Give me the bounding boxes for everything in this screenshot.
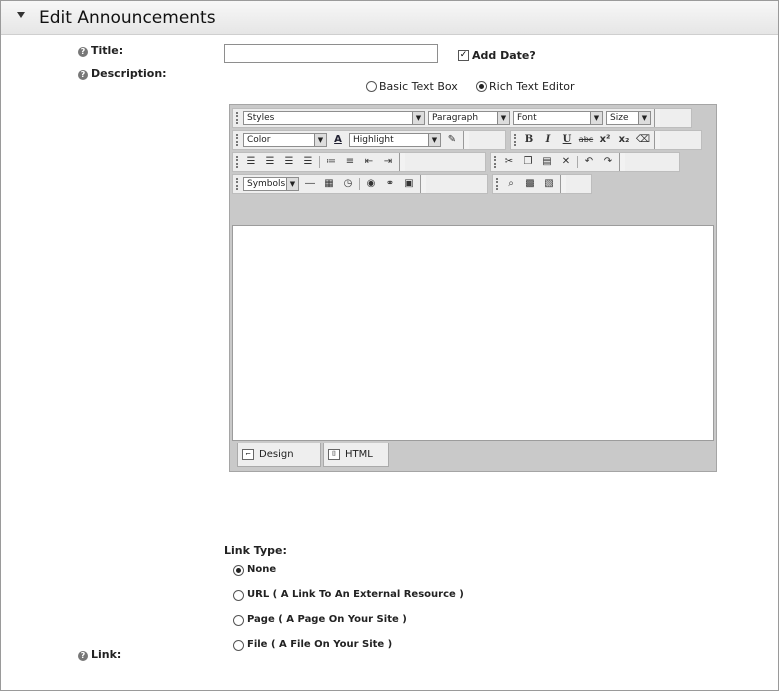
title-label: ? Title: — [78, 44, 123, 57]
rich-text-editor: Styles ▼ Paragraph ▼ Font ▼ Size ▼ Color ▼ A … — [229, 104, 717, 472]
eraser-icon[interactable]: ⌫ — [635, 133, 651, 147]
text-color-icon[interactable]: A — [330, 133, 346, 147]
numbered-list-icon[interactable]: ≔ — [323, 155, 339, 169]
link-type-label: Link Type: — [224, 544, 287, 557]
section-header[interactable]: Edit Announcements — [1, 1, 778, 35]
toolbar-options-icon[interactable] — [654, 131, 660, 149]
help-icon[interactable]: ? — [78, 70, 88, 80]
delete-icon[interactable]: ✕ — [558, 155, 574, 169]
html-icon: ⌷ — [328, 449, 340, 460]
link-none-radio[interactable] — [233, 565, 244, 576]
editor-content-area[interactable] — [232, 225, 714, 441]
color-dropdown[interactable]: Color ▼ — [243, 133, 327, 147]
toolbar-row-4b: ⌕ ▩ ▧ — [492, 174, 592, 194]
tab-design[interactable]: ⌐ Design — [237, 443, 321, 467]
tab-html[interactable]: ⌷ HTML — [323, 443, 389, 467]
design-icon: ⌐ — [242, 449, 254, 460]
link-url-radio[interactable] — [233, 590, 244, 601]
bullet-list-icon[interactable]: ≡ — [342, 155, 358, 169]
toolbar-row-3b: ✂ ❐ ▤ ✕ ↶ ↷ — [490, 152, 680, 172]
link-label: ? Link: — [78, 648, 121, 661]
cut-icon[interactable]: ✂ — [501, 155, 517, 169]
toolbar-options-icon[interactable] — [560, 175, 566, 193]
basic-text-box-label: Basic Text Box — [379, 80, 458, 93]
toolbar-options-icon[interactable] — [463, 131, 469, 149]
link-file-label: File ( A File On Your Site ) — [247, 639, 393, 650]
rich-text-editor-radio[interactable] — [476, 81, 487, 92]
toolbar-row-2a: Color ▼ A Highlight ▼ ✎ — [232, 130, 506, 150]
highlight-dropdown[interactable]: Highlight ▼ — [349, 133, 441, 147]
symbols-dropdown[interactable]: Symbols ▼ — [243, 177, 299, 191]
indent-icon[interactable]: ⇥ — [380, 155, 396, 169]
styles-dropdown[interactable]: Styles ▼ — [243, 111, 425, 125]
toolbar-options-icon[interactable] — [420, 175, 426, 193]
toolbar-options-icon[interactable] — [654, 109, 660, 127]
toolbar-row-3a: ☰ ☰ ☰ ☰ ≔ ≡ ⇤ ⇥ — [232, 152, 486, 172]
link-url-label: URL ( A Link To An External Resource ) — [247, 589, 464, 600]
toolbar-grip-icon[interactable] — [236, 134, 240, 146]
align-center-icon[interactable]: ☰ — [262, 155, 278, 169]
justify-icon[interactable]: ☰ — [300, 155, 316, 169]
link-page-label: Page ( A Page On Your Site ) — [247, 614, 407, 625]
section-title: Edit Announcements — [39, 8, 216, 28]
basic-text-box-radio[interactable] — [366, 81, 377, 92]
image-icon[interactable]: ◉ — [363, 177, 379, 191]
link-file-radio[interactable] — [233, 640, 244, 651]
toolbar-options-icon[interactable] — [399, 153, 405, 171]
copy-icon[interactable]: ❐ — [520, 155, 536, 169]
description-label: ? Description: — [78, 67, 167, 80]
add-date-checkbox[interactable]: ✓ — [458, 50, 469, 61]
toolbar-grip-icon[interactable] — [494, 156, 498, 168]
hyperlink-icon[interactable]: ⚭ — [382, 177, 398, 191]
paste-from-word-icon[interactable]: ▧ — [541, 177, 557, 191]
align-left-icon[interactable]: ☰ — [243, 155, 259, 169]
redo-icon[interactable]: ↷ — [600, 155, 616, 169]
help-icon[interactable]: ? — [78, 47, 88, 57]
toolbar-grip-icon[interactable] — [236, 178, 240, 190]
table-icon[interactable]: ▦ — [321, 177, 337, 191]
help-icon[interactable]: ? — [78, 651, 88, 661]
underline-button[interactable]: U — [559, 133, 575, 147]
subscript-button[interactable]: x₂ — [616, 133, 632, 147]
toolbar-row-4a: Symbols ▼ ― ▦ ◷ ◉ ⚭ ▣ — [232, 174, 488, 194]
bold-button[interactable]: B — [521, 133, 537, 147]
undo-icon[interactable]: ↶ — [581, 155, 597, 169]
horizontal-rule-icon[interactable]: ― — [302, 177, 318, 191]
toolbar-options-icon[interactable] — [619, 153, 625, 171]
toolbar-grip-icon[interactable] — [236, 112, 240, 124]
italic-button[interactable]: I — [540, 133, 556, 147]
preview-icon[interactable]: ⌕ — [503, 177, 519, 191]
toolbar-row-1: Styles ▼ Paragraph ▼ Font ▼ Size ▼ — [232, 108, 692, 128]
paste-icon[interactable]: ▤ — [539, 155, 555, 169]
form-element-icon[interactable]: ▣ — [401, 177, 417, 191]
rich-text-editor-label: Rich Text Editor — [489, 80, 575, 93]
strikethrough-button[interactable]: abc — [578, 133, 594, 147]
toolbar-grip-icon[interactable] — [236, 156, 240, 168]
select-all-icon[interactable]: ▩ — [522, 177, 538, 191]
editor-mode-bar: ⌐ Design ⌷ HTML — [233, 443, 716, 470]
superscript-button[interactable]: x² — [597, 133, 613, 147]
link-none-label: None — [247, 564, 277, 575]
collapse-arrow-icon[interactable] — [17, 12, 25, 18]
toolbar-grip-icon[interactable] — [496, 178, 500, 190]
toolbar-row-2b: B I U abc x² x₂ ⌫ — [510, 130, 702, 150]
timestamp-icon[interactable]: ◷ — [340, 177, 356, 191]
outdent-icon[interactable]: ⇤ — [361, 155, 377, 169]
link-page-radio[interactable] — [233, 615, 244, 626]
paragraph-dropdown[interactable]: Paragraph ▼ — [428, 111, 510, 125]
add-date-label: Add Date? — [472, 49, 536, 62]
highlighter-icon[interactable]: ✎ — [444, 133, 460, 147]
size-dropdown[interactable]: Size ▼ — [606, 111, 651, 125]
font-dropdown[interactable]: Font ▼ — [513, 111, 603, 125]
toolbar-grip-icon[interactable] — [514, 134, 518, 146]
align-right-icon[interactable]: ☰ — [281, 155, 297, 169]
title-input[interactable] — [224, 44, 438, 63]
